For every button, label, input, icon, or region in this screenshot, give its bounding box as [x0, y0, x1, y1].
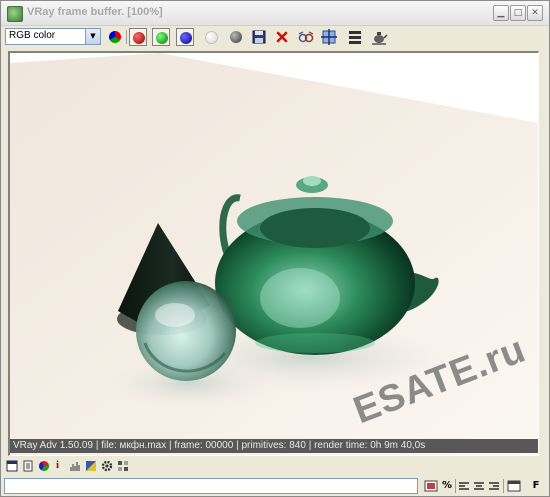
render-info-bar: VRay Adv 1.50.09 | file: мкфн.max | fram…: [10, 439, 538, 453]
blue-dot-icon: [180, 32, 192, 44]
bottom-divider: [455, 479, 456, 493]
chevron-down-icon[interactable]: ▼: [85, 29, 100, 44]
align-right-icon[interactable]: [488, 481, 500, 492]
clear-image-button[interactable]: [273, 28, 291, 46]
red-channel-button[interactable]: [129, 28, 147, 46]
teapot-icon: [372, 32, 388, 45]
crosshair-icon: [321, 29, 337, 45]
bottom-divider: [503, 479, 504, 493]
green-dot-icon: [156, 32, 168, 44]
red-x-icon: [276, 31, 288, 43]
pixel-grid-icon[interactable]: [117, 460, 129, 472]
info-icon[interactable]: i: [56, 459, 59, 471]
white-dot-icon: [205, 31, 218, 44]
window-icon[interactable]: [6, 460, 18, 472]
render-settings-button[interactable]: [370, 28, 388, 46]
toolbar: RGB color ▼: [1, 26, 549, 48]
green-channel-button[interactable]: [152, 28, 170, 46]
channel-select-value: RGB color: [9, 30, 56, 41]
bottom-input-field[interactable]: [4, 478, 418, 494]
document-icon[interactable]: [22, 460, 34, 472]
window-small-icon[interactable]: [507, 480, 521, 492]
title-bar[interactable]: VRay frame buffer. [100%] ▁ □ ✕: [1, 1, 549, 26]
vfb-window: VRay frame buffer. [100%] ▁ □ ✕ RGB colo…: [0, 0, 550, 497]
monochrome-button[interactable]: [227, 28, 245, 46]
show-history-button[interactable]: [346, 28, 364, 46]
floppy-disk-icon: [252, 30, 266, 44]
gear-icon[interactable]: [101, 460, 113, 472]
display-all-channels-button[interactable]: [106, 28, 124, 46]
align-center-icon[interactable]: [473, 481, 485, 492]
gradient-icon[interactable]: [85, 460, 97, 472]
glasses-icon: [298, 31, 314, 43]
channel-select[interactable]: RGB color ▼: [5, 28, 101, 45]
gray-dot-icon: [230, 31, 242, 43]
save-image-button[interactable]: [250, 28, 268, 46]
blue-channel-button[interactable]: [176, 28, 194, 46]
align-left-icon[interactable]: [458, 481, 470, 492]
rgb-wheel-icon: [109, 31, 121, 43]
vray-app-icon: [7, 6, 23, 22]
duplicate-to-mtl-button[interactable]: [297, 28, 315, 46]
maximize-button[interactable]: □: [510, 5, 526, 21]
stack-icon: [349, 31, 361, 44]
f-button[interactable]: F: [529, 478, 543, 494]
minimize-button[interactable]: ▁: [493, 5, 509, 21]
close-button[interactable]: ✕: [527, 5, 543, 21]
window-title: VRay frame buffer. [100%]: [27, 6, 163, 18]
red-dot-icon: [133, 32, 145, 44]
bottom-toolbar: i: [1, 459, 549, 475]
toolbar-divider: [126, 30, 127, 44]
percent-button[interactable]: %: [440, 478, 454, 494]
levels-icon[interactable]: [69, 460, 81, 472]
color-wheel-icon[interactable]: [38, 460, 50, 472]
render-viewport[interactable]: ESATE.ru: [8, 51, 539, 456]
picture-icon[interactable]: [424, 480, 438, 492]
alpha-channel-button[interactable]: [202, 28, 220, 46]
track-mouse-button[interactable]: [320, 28, 338, 46]
